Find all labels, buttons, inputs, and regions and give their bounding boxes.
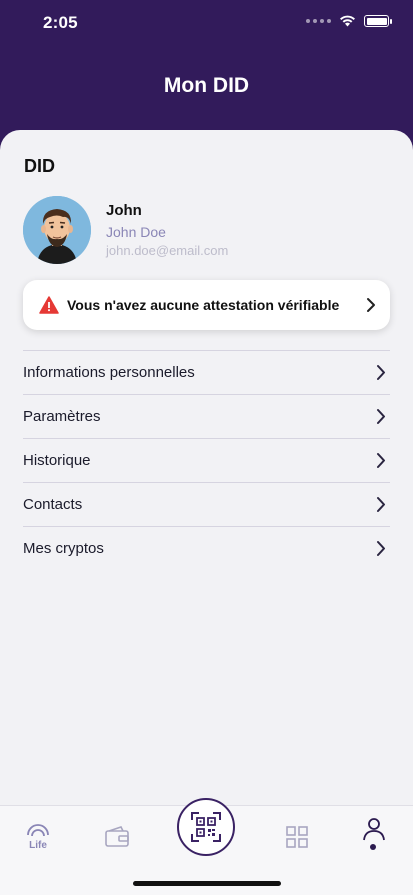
wifi-icon [340, 15, 355, 27]
tab-apps[interactable] [284, 824, 310, 850]
chevron-right-icon [367, 298, 375, 312]
menu-item-label: Paramètres [23, 408, 101, 425]
chevron-right-icon [377, 453, 385, 468]
chevron-right-icon [377, 541, 385, 556]
menu-item-personal-info[interactable]: Informations personnelles [23, 350, 390, 394]
menu-item-my-cryptos[interactable]: Mes cryptos [23, 526, 390, 570]
wallet-icon [105, 826, 129, 847]
verifiable-credential-alert[interactable]: Vous n'avez aucune attestation vérifiabl… [23, 280, 390, 330]
page-title: Mon DID [163, 74, 250, 97]
tab-life-label: Life [29, 840, 47, 850]
chevron-right-icon [377, 365, 385, 380]
status-bar: 2:05 [0, 0, 413, 48]
tab-life[interactable]: Life [25, 824, 51, 851]
battery-icon [364, 15, 392, 27]
avatar [23, 196, 91, 264]
alert-text: Vous n'avez aucune attestation vérifiabl… [67, 297, 340, 313]
chevron-right-icon [377, 497, 385, 512]
profile-name: John [106, 202, 142, 219]
profile-full-name: John Doe [106, 224, 166, 240]
menu-item-contacts[interactable]: Contacts [23, 482, 390, 526]
menu-item-history[interactable]: Historique [23, 438, 390, 482]
status-icons [306, 15, 392, 27]
profile-email: john.doe@email.com [106, 243, 229, 258]
chevron-right-icon [377, 409, 385, 424]
status-time: 2:05 [43, 13, 78, 32]
menu-item-settings[interactable]: Paramètres [23, 394, 390, 438]
menu-item-label: Informations personnelles [23, 364, 195, 381]
tab-wallet[interactable] [104, 824, 130, 850]
active-tab-indicator [370, 844, 376, 850]
apps-grid-icon [286, 826, 308, 848]
settings-menu: Informations personnelles Paramètres His… [23, 350, 390, 570]
menu-item-label: Contacts [23, 496, 83, 513]
warning-icon [39, 296, 59, 314]
tab-profile[interactable] [361, 816, 387, 842]
menu-item-label: Mes cryptos [23, 540, 104, 557]
menu-item-label: Historique [23, 452, 91, 469]
profile-icon [363, 818, 385, 841]
section-title: DID [24, 156, 55, 176]
home-indicator [133, 881, 281, 886]
did-content: DID John John Doe john.doe@email.com Vou… [0, 130, 413, 805]
life-icon: Life [27, 824, 49, 851]
signal-icon [306, 19, 331, 23]
qr-scan-icon [191, 812, 221, 842]
qr-scan-button[interactable] [177, 798, 235, 856]
